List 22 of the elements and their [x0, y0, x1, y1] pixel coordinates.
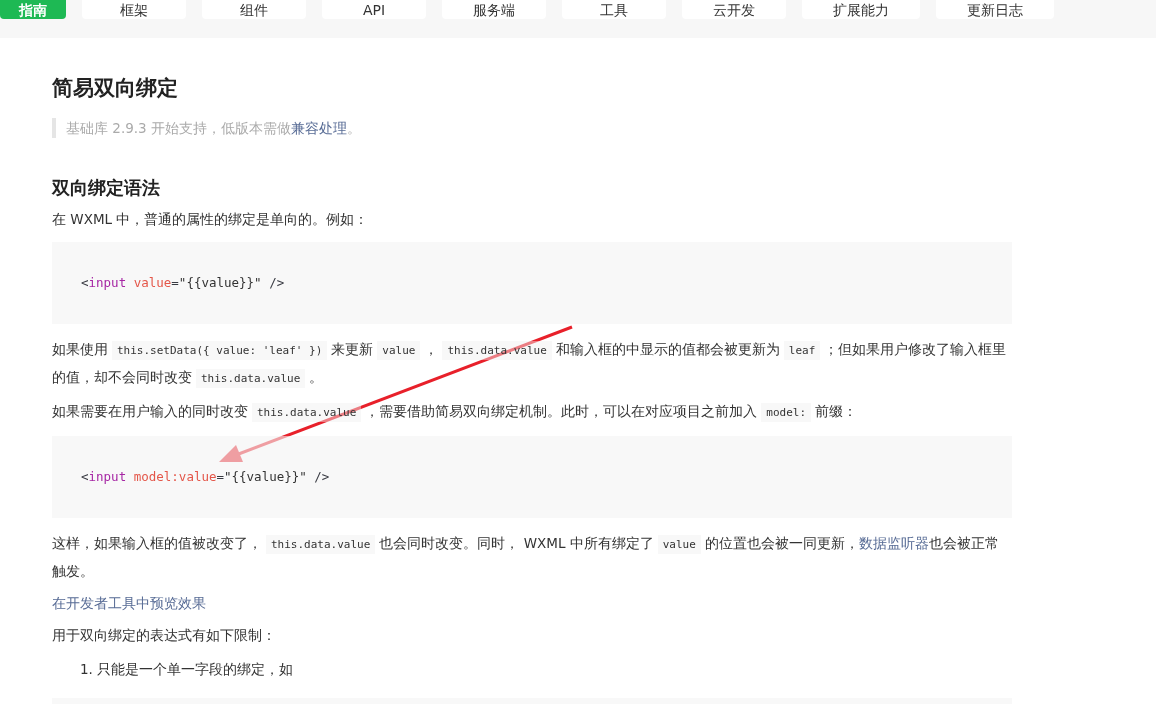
nav-tab[interactable]: 云开发	[682, 0, 786, 19]
note-text: 。	[346, 120, 361, 136]
code-line: <input model:value="{{value}}" />	[81, 469, 330, 484]
code-line: <input value="{{value}}" />	[81, 275, 285, 290]
note-text: 基础库 2.9.3 开始支持，低版本需做	[66, 120, 291, 136]
link[interactable]: 在开发者工具中预览效果	[52, 595, 206, 611]
nav-tab[interactable]: 扩展能力	[802, 0, 920, 19]
paragraph: 这样，如果输入框的值被改变了， this.data.value 也会同时改变。同时， WXML 中所有绑定了 value 的位置也会被一同更新，数据监听器也会被正常触发。	[52, 534, 1000, 581]
nav-tab[interactable]: 工具	[562, 0, 666, 19]
section-heading: 简易双向绑定	[52, 75, 179, 102]
paragraph: 在 WXML 中，普通的属性的绑定是单向的。例如：	[52, 210, 370, 229]
link[interactable]: 兼容处理	[290, 120, 347, 136]
list-item-text: 只能是一个单一字段的绑定，如	[96, 661, 293, 677]
nav-tab[interactable]: 框架	[82, 0, 186, 19]
nav-tab[interactable]: 更新日志	[936, 0, 1054, 19]
nav-tab[interactable]: API	[322, 0, 426, 19]
nav-tab[interactable]: 组件	[202, 0, 306, 19]
link[interactable]: 数据监听器	[858, 535, 929, 551]
paragraph: 用于双向绑定的表达式有如下限制：	[52, 626, 277, 645]
list-number: 1.	[80, 661, 93, 677]
subsection-heading: 双向绑定语法	[52, 177, 161, 200]
nav-tab[interactable]: 服务端	[442, 0, 546, 19]
